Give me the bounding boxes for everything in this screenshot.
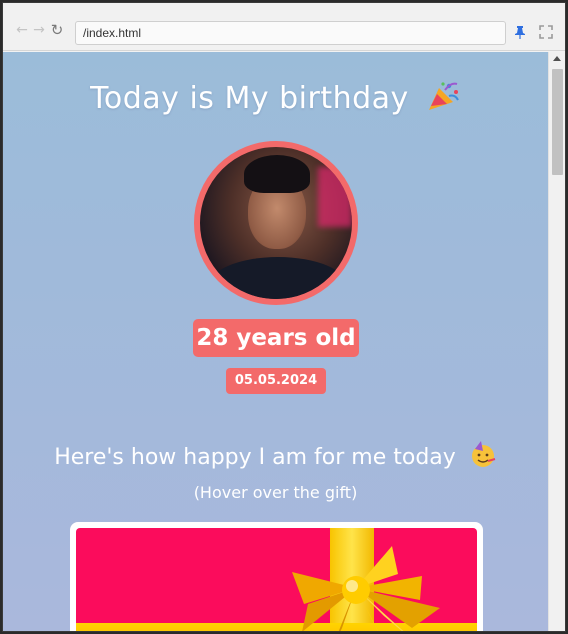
vertical-scrollbar[interactable] <box>548 52 565 631</box>
happy-heading-text: Here's how happy I am for me today <box>54 445 456 470</box>
hover-hint: (Hover over the gift) <box>193 483 358 502</box>
party-popper-icon <box>428 82 459 110</box>
pin-icon[interactable] <box>513 25 527 39</box>
page-title: Today is My birthday <box>3 80 548 116</box>
avatar-shirt <box>208 257 348 299</box>
age-badge: 28 years old <box>193 319 359 357</box>
avatar-hair <box>244 155 310 193</box>
back-arrow-icon[interactable]: ← <box>15 23 29 37</box>
partying-face-icon <box>471 441 496 467</box>
browser-window: ← → ↻ /index.html Today is My birthday 2… <box>2 2 566 632</box>
fullscreen-icon[interactable] <box>539 25 553 39</box>
gift-bow-icon <box>292 546 440 631</box>
gift-box[interactable] <box>76 528 477 631</box>
profile-avatar <box>194 141 358 305</box>
date-badge: 05.05.2024 <box>226 368 326 394</box>
gift-card[interactable] <box>70 522 483 631</box>
page-title-text: Today is My birthday <box>90 81 409 116</box>
forward-arrow-icon[interactable]: → <box>32 23 46 37</box>
happy-heading: Here's how happy I am for me today <box>3 441 548 470</box>
scroll-up-arrow-icon[interactable] <box>553 56 561 61</box>
page-viewport: Today is My birthday 28 years old 05.05.… <box>3 52 548 631</box>
reload-icon[interactable]: ↻ <box>50 23 64 38</box>
browser-toolbar: ← → ↻ /index.html <box>3 3 565 51</box>
scrollbar-thumb[interactable] <box>552 69 563 175</box>
address-bar[interactable]: /index.html <box>75 21 506 45</box>
avatar-background-light <box>318 167 352 227</box>
